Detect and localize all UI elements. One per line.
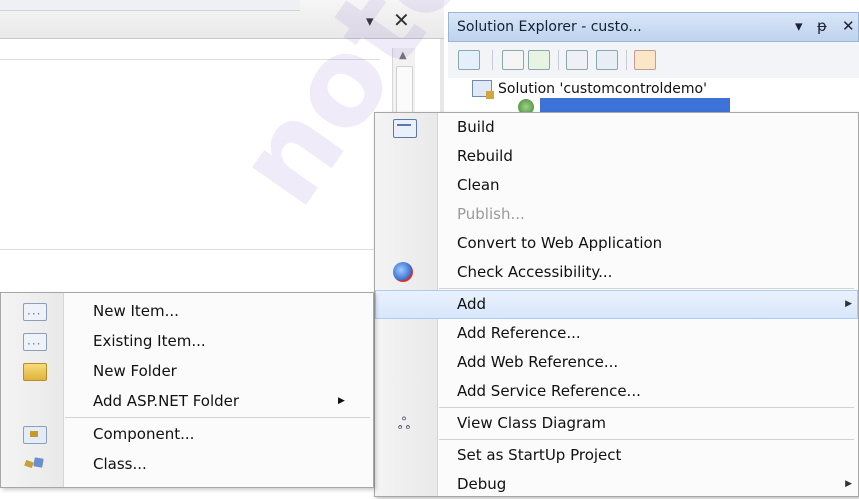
menu-item-add-web-reference[interactable]: Add Web Reference... <box>375 348 858 377</box>
toolbar-separator <box>626 50 627 70</box>
class-icon <box>23 456 45 472</box>
view-code-icon[interactable] <box>566 50 588 70</box>
submenu-arrow-icon: ▶ <box>338 396 345 406</box>
submenu-item-add-aspnet-folder[interactable]: Add ASP.NET Folder ▶ <box>1 386 373 416</box>
menu-item-add-reference[interactable]: Add Reference... <box>375 319 858 348</box>
left-pane-divider <box>0 249 380 250</box>
project-context-menu: Build Rebuild Clean Publish... Convert t… <box>374 112 859 497</box>
solution-explorer-title: Solution Explorer - custo... <box>457 19 642 35</box>
menu-separator <box>439 288 854 289</box>
menu-item-label: Check Accessibility... <box>457 263 613 281</box>
solution-explorer-titlebar: Solution Explorer - custo... ▾ ᵽ ✕ <box>448 12 859 42</box>
scroll-up-icon[interactable]: ▲ <box>399 50 407 61</box>
component-icon <box>23 426 47 444</box>
submenu-arrow-icon: ▶ <box>845 479 852 489</box>
menu-item-convert-to-web-application[interactable]: Convert to Web Application <box>375 229 858 258</box>
menu-separator <box>65 417 370 418</box>
menu-item-check-accessibility[interactable]: Check Accessibility... <box>375 258 858 287</box>
existing-item-icon <box>23 329 47 359</box>
submenu-item-class[interactable]: Class... <box>1 449 373 479</box>
menu-item-label: Set as StartUp Project <box>457 446 622 464</box>
new-item-icon <box>23 299 47 329</box>
menu-item-set-as-startup-project[interactable]: Set as StartUp Project <box>375 441 858 470</box>
menu-item-build[interactable]: Build <box>375 113 858 142</box>
tree-item-solution[interactable]: Solution 'customcontroldemo' <box>472 80 707 99</box>
left-pane-tab-strip <box>0 0 300 11</box>
solution-explorer-dropdown-icon[interactable]: ▾ <box>795 17 803 35</box>
solution-explorer-toolbar <box>448 42 859 79</box>
folder-icon <box>23 363 47 381</box>
submenu-item-label: Existing Item... <box>93 332 206 350</box>
submenu-item-new-item[interactable]: New Item... <box>1 296 373 329</box>
menu-item-debug[interactable]: Debug ▶ <box>375 470 858 499</box>
menu-item-label: Publish... <box>457 205 525 223</box>
build-icon <box>393 119 417 138</box>
submenu-item-new-folder[interactable]: New Folder <box>1 356 373 386</box>
menu-item-rebuild[interactable]: Rebuild <box>375 142 858 171</box>
menu-item-add[interactable]: Add ▶ <box>375 290 858 319</box>
toolbar-separator <box>492 50 493 70</box>
pin-icon[interactable]: ᵽ <box>817 17 827 35</box>
menu-item-label: Add <box>457 295 487 313</box>
refresh-icon[interactable] <box>528 50 550 70</box>
tree-item-solution-label: Solution 'customcontroldemo' <box>498 80 707 97</box>
left-pane-divider <box>0 59 380 60</box>
solution-icon <box>472 80 494 99</box>
menu-item-view-class-diagram[interactable]: ஃ View Class Diagram <box>375 409 858 438</box>
toolbar-separator <box>558 50 559 70</box>
menu-item-label: Add Web Reference... <box>457 353 619 371</box>
submenu-item-label: Class... <box>93 455 147 473</box>
show-all-files-icon[interactable] <box>502 50 524 70</box>
submenu-item-label: Component... <box>93 425 195 443</box>
class-diagram-icon: ஃ <box>397 414 411 433</box>
submenu-item-label: New Folder <box>93 362 177 380</box>
menu-separator <box>439 407 854 408</box>
left-pane-close-icon[interactable]: ✕ <box>393 8 410 32</box>
menu-item-label: Convert to Web Application <box>457 234 663 252</box>
menu-item-label: Add Service Reference... <box>457 382 641 400</box>
menu-item-label: Add Reference... <box>457 324 581 342</box>
left-pane-titlebar: ▾ ✕ <box>0 0 444 39</box>
add-submenu: New Item... Existing Item... New Folder … <box>0 292 374 488</box>
submenu-arrow-icon: ▶ <box>845 299 852 309</box>
menu-item-label: View Class Diagram <box>457 414 606 432</box>
properties-icon[interactable] <box>458 50 480 70</box>
copy-website-icon[interactable] <box>634 50 656 70</box>
view-designer-icon[interactable] <box>596 50 618 70</box>
submenu-item-label: Add ASP.NET Folder <box>93 392 240 410</box>
submenu-item-label: New Item... <box>93 302 179 320</box>
menu-item-label: Build <box>457 118 495 136</box>
menu-item-label: Clean <box>457 176 500 194</box>
menu-item-clean[interactable]: Clean <box>375 171 858 200</box>
left-pane-dropdown-icon[interactable]: ▾ <box>366 12 374 30</box>
submenu-item-existing-item[interactable]: Existing Item... <box>1 326 373 359</box>
menu-item-label: Rebuild <box>457 147 513 165</box>
menu-item-publish: Publish... <box>375 200 858 229</box>
solution-explorer-close-icon[interactable]: ✕ <box>842 17 855 35</box>
menu-item-label: Debug <box>457 475 507 493</box>
menu-separator <box>439 439 854 440</box>
submenu-item-component[interactable]: Component... <box>1 419 373 449</box>
accessibility-icon <box>393 262 413 282</box>
menu-item-add-service-reference[interactable]: Add Service Reference... <box>375 377 858 406</box>
